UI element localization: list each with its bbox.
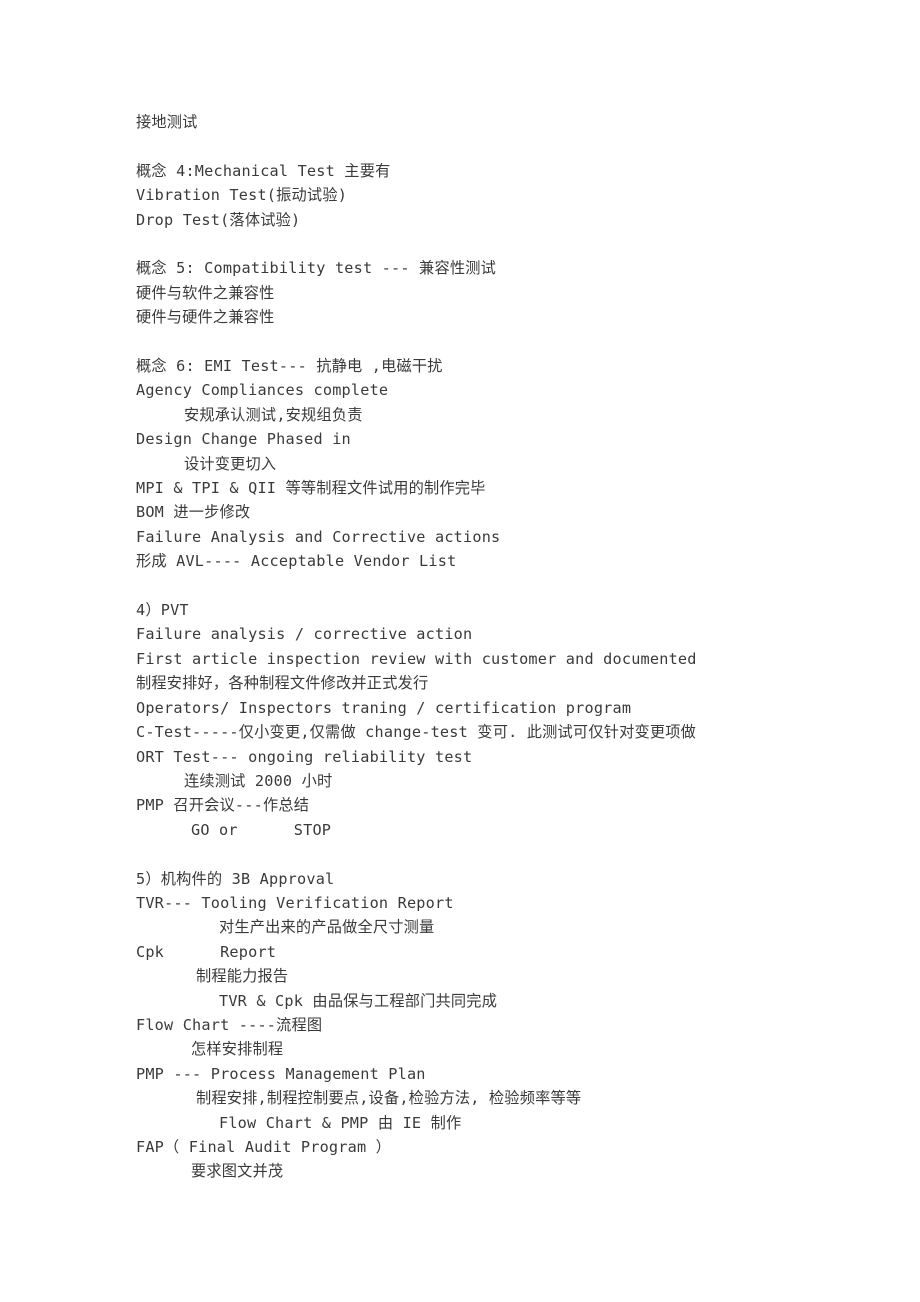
text-line: 硬件与软件之兼容性 — [136, 283, 275, 302]
text-line: TVR & Cpk 由品保与工程部门共同完成 — [219, 991, 498, 1010]
text-line: First article inspection review with cus… — [136, 649, 697, 668]
text-line: 要求图文并茂 — [191, 1162, 284, 1181]
text-line: 形成 AVL---- Acceptable Vendor List — [136, 552, 457, 571]
text-line: PMP --- Process Management Plan — [136, 1064, 426, 1083]
text-line: Cpk Report — [136, 942, 277, 961]
text-line: BOM 进一步修改 — [136, 503, 251, 522]
text-line: Failure Analysis and Corrective actions — [136, 527, 501, 546]
text-line: 4）PVT — [136, 601, 189, 620]
text-line: 接地测试 — [136, 113, 198, 131]
text-line: FAP（ Final Audit Program ） — [136, 1137, 392, 1156]
text-line: Drop Test(落体试验) — [136, 210, 301, 229]
text-line: Agency Compliances complete — [136, 381, 389, 400]
text-line: 怎样安排制程 — [191, 1040, 284, 1059]
text-line: Flow Chart ----流程图 — [136, 1015, 323, 1034]
text-line: 对生产出来的产品做全尺寸测量 — [219, 918, 435, 937]
text-line: 概念 5: Compatibility test --- 兼容性测试 — [136, 259, 496, 278]
text-line: 5）机构件的 3B Approval — [136, 869, 335, 888]
text-line: 硬件与硬件之兼容性 — [136, 308, 275, 327]
text-line: TVR--- Tooling Verification Report — [136, 893, 454, 912]
text-line: PMP 召开会议---作总结 — [136, 796, 310, 815]
text-line: 连续测试 2000 小时 — [184, 771, 333, 790]
text-line: 制程能力报告 — [196, 967, 289, 986]
text-line: 安规承认测试,安规组负责 — [184, 405, 363, 424]
text-line: 制程安排好，各种制程文件修改并正式发行 — [136, 674, 429, 693]
text-line: 制程安排,制程控制要点,设备,检验方法, 检验频率等等 — [196, 1089, 582, 1108]
text-line: Failure analysis / corrective action — [136, 625, 473, 644]
text-line: MPI & TPI & QII 等等制程文件试用的制作完毕 — [136, 479, 486, 498]
text-line: Flow Chart & PMP 由 IE 制作 — [219, 1113, 462, 1132]
text-line: Design Change Phased in — [136, 430, 351, 449]
text-line: ORT Test--- ongoing reliability test — [136, 747, 473, 766]
text-line: GO or STOP — [191, 820, 332, 839]
text-line: 概念 4:Mechanical Test 主要有 — [136, 161, 391, 180]
document-text-body: 接地测试概念 4:Mechanical Test 主要有 Vibration Te… — [136, 110, 836, 1184]
text-line: 设计变更切入 — [184, 454, 277, 473]
text-line: Vibration Test(振动试验) — [136, 186, 348, 205]
text-line: Operators/ Inspectors traning / certific… — [136, 698, 632, 717]
text-line: C-Test-----仅小变更,仅需做 change-test 变可. 此测试可… — [136, 723, 697, 742]
document-page: 接地测试概念 4:Mechanical Test 主要有 Vibration Te… — [0, 0, 920, 1302]
text-line: 概念 6: EMI Test--- 抗静电 ,电磁干扰 — [136, 357, 443, 376]
